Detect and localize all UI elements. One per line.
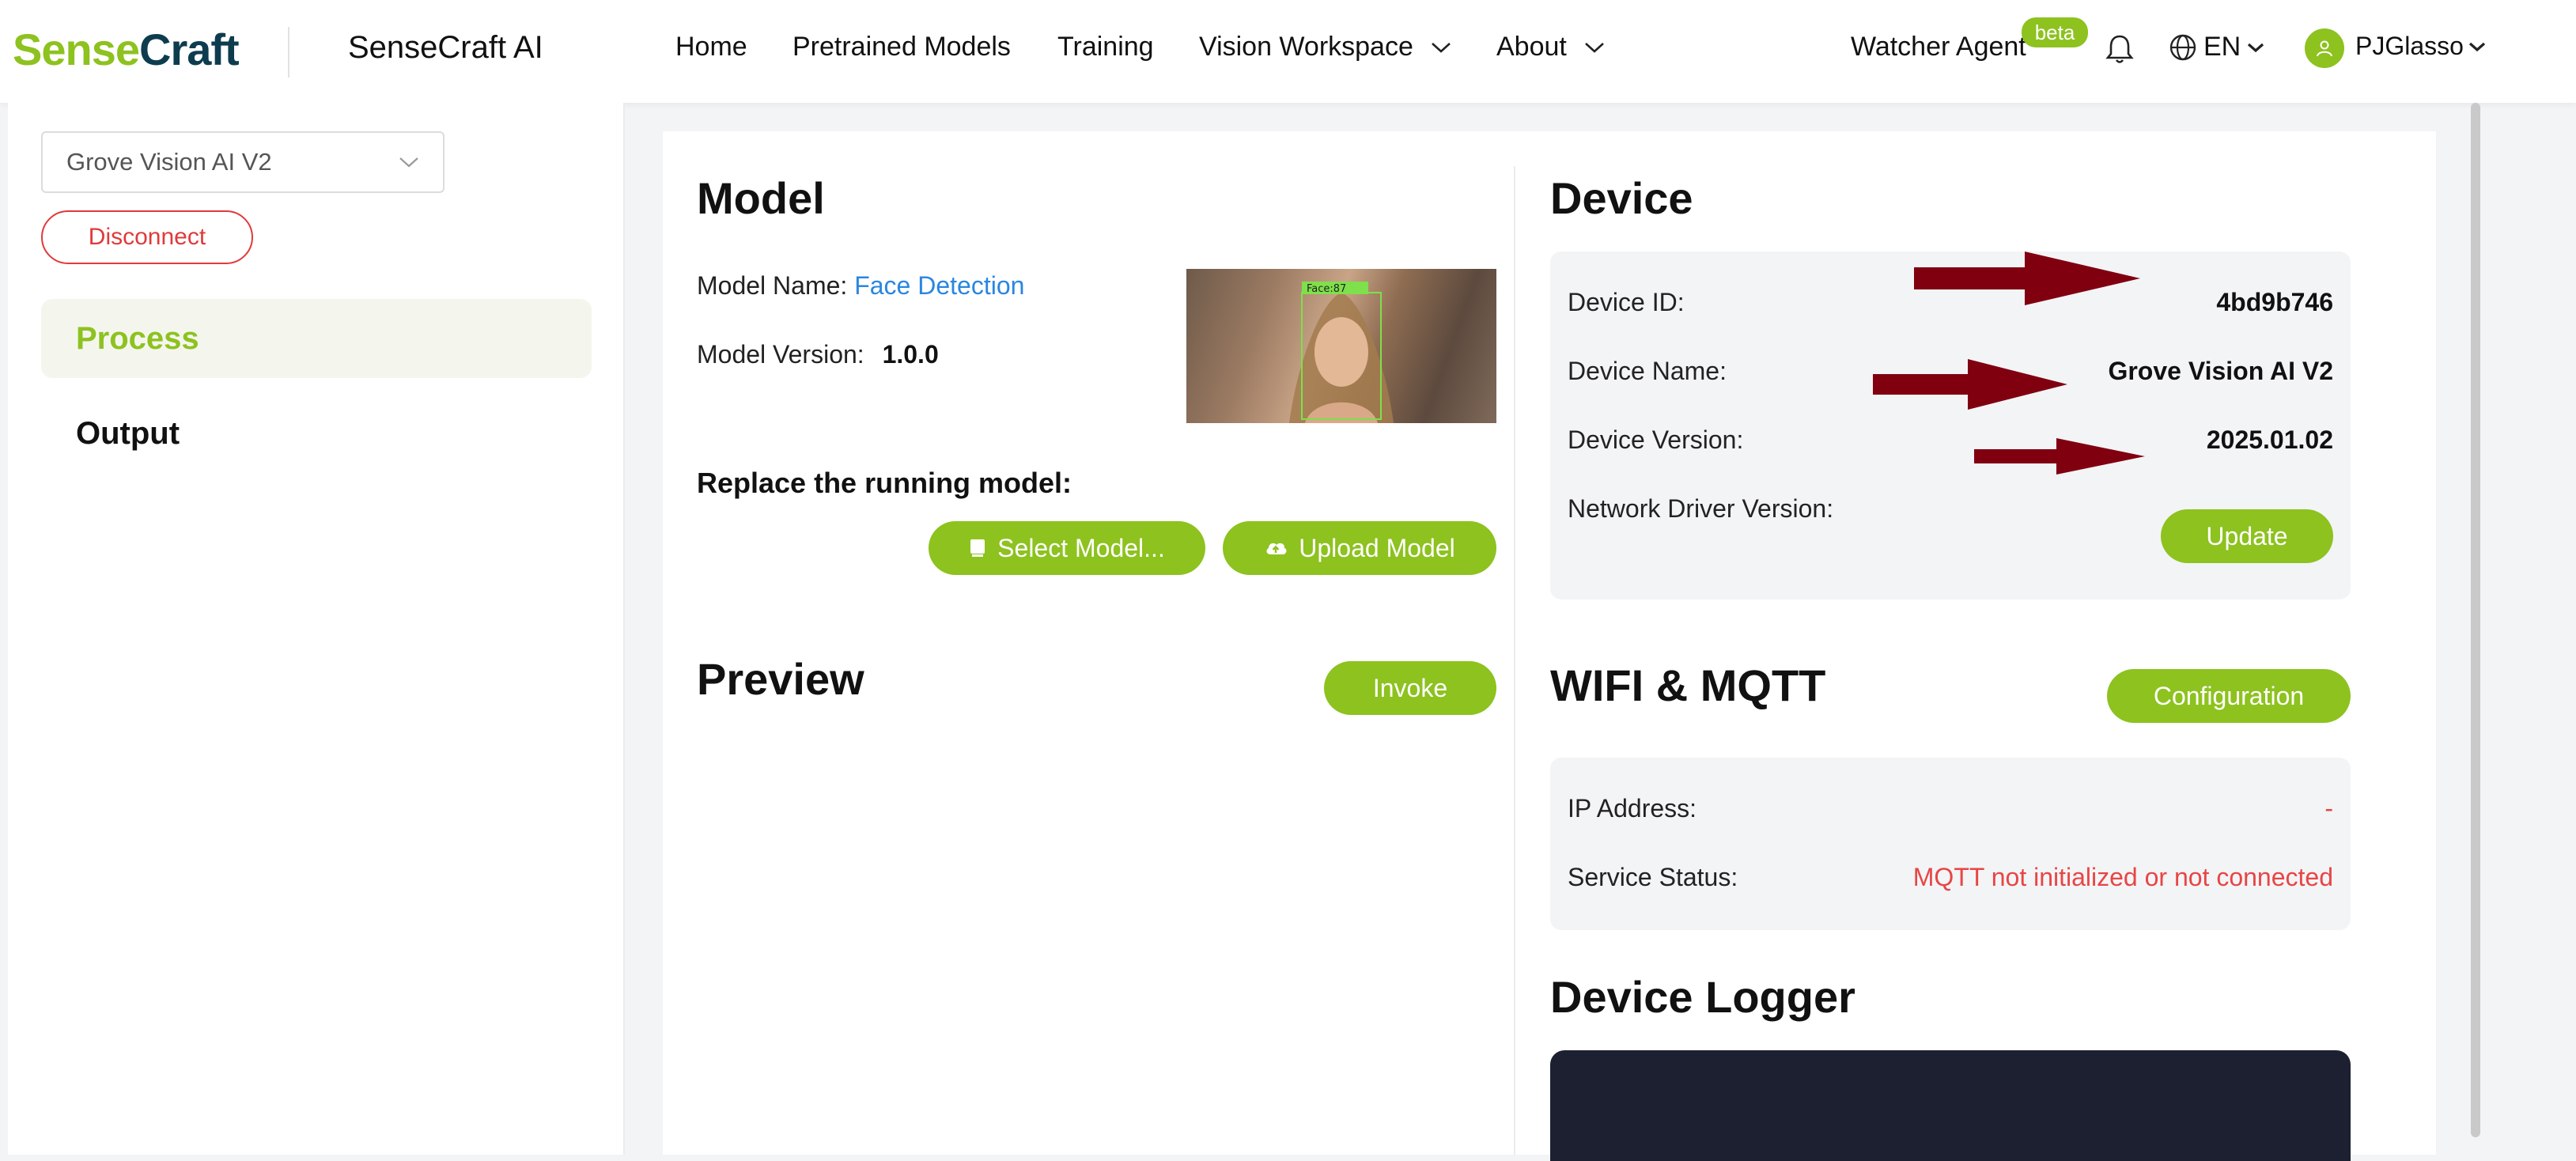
sensecraft-logo[interactable]: SenseCraft: [13, 24, 240, 75]
device-name-label: Device Name:: [1568, 357, 1727, 385]
model-name-row: Model Name: Face Detection: [697, 271, 1024, 301]
select-model-label: Select Model...: [997, 533, 1165, 562]
nav-training[interactable]: Training: [1057, 32, 1154, 62]
device-id-label: Device ID:: [1568, 288, 1685, 316]
book-icon: [970, 539, 985, 557]
invoke-button[interactable]: Invoke: [1324, 661, 1496, 715]
annotation-arrow-device-name: [1873, 359, 2067, 410]
face-photo-illustration: Face:87: [1289, 282, 1394, 423]
vertical-scrollbar[interactable]: [2471, 103, 2480, 1137]
upload-model-button[interactable]: Upload Model: [1223, 521, 1496, 575]
ip-address-value: -: [2324, 794, 2333, 823]
service-status-label: Service Status:: [1568, 863, 1738, 891]
device-logger-console[interactable]: [1550, 1050, 2351, 1161]
model-section-title: Model: [697, 173, 825, 223]
model-name-link[interactable]: Face Detection: [854, 271, 1024, 300]
device-version-label: Device Version:: [1568, 425, 1744, 454]
username-label: PJGlasso: [2355, 32, 2464, 60]
face-confidence-tag: Face:87: [1307, 283, 1346, 295]
disconnect-button[interactable]: Disconnect: [41, 210, 253, 264]
model-version-value: 1.0.0: [882, 340, 939, 369]
network-driver-version-label: Network Driver Version:: [1568, 494, 1834, 523]
beta-badge: beta: [2022, 17, 2088, 47]
logo-text-sense: Sense: [13, 25, 140, 74]
update-button[interactable]: Update: [2161, 509, 2333, 563]
nav-home[interactable]: Home: [675, 32, 747, 62]
model-version-label: Model Version:: [697, 340, 864, 369]
notification-bell-icon[interactable]: [2105, 33, 2134, 69]
language-selector[interactable]: EN: [2169, 32, 2264, 62]
upload-model-label: Upload Model: [1299, 533, 1455, 562]
nav-vision-workspace[interactable]: Vision Workspace: [1199, 32, 1451, 62]
wifi-mqtt-section-title: WIFI & MQTT: [1550, 660, 1826, 710]
chevron-down-icon: [1432, 42, 1451, 53]
device-logger-title: Device Logger: [1550, 972, 1855, 1022]
globe-icon: [2169, 34, 2196, 60]
model-version-row: Model Version: 1.0.0: [697, 340, 939, 369]
brand-title[interactable]: SenseCraft AI: [348, 30, 543, 66]
sidebar: Grove Vision AI V2 Disconnect Process Ou…: [8, 103, 625, 1155]
preview-section-title: Preview: [697, 654, 864, 704]
nav-pretrained-models[interactable]: Pretrained Models: [792, 32, 1011, 62]
logo-text-craft: Craft: [139, 25, 240, 74]
chevron-down-icon: [2468, 42, 2486, 51]
user-menu[interactable]: PJGlasso: [2355, 32, 2486, 61]
watcher-agent-link[interactable]: Watcher Agent: [1851, 32, 2026, 62]
nav-about[interactable]: About: [1496, 32, 1605, 62]
configuration-button[interactable]: Configuration: [2107, 669, 2351, 723]
language-label: EN: [2203, 32, 2241, 62]
device-name-value: Grove Vision AI V2: [2108, 357, 2333, 385]
nav-about-label: About: [1496, 32, 1567, 62]
annotation-arrow-device-version: [1974, 438, 2145, 475]
sidebar-item-output[interactable]: Output: [41, 394, 592, 473]
user-avatar[interactable]: [2305, 28, 2344, 68]
cloud-upload-icon: [1266, 543, 1287, 554]
user-icon: [2317, 40, 2332, 57]
device-section-title: Device: [1550, 173, 1693, 223]
device-select[interactable]: Grove Vision AI V2: [41, 131, 444, 193]
service-status-value: MQTT not initialized or not connected: [1912, 863, 2333, 891]
select-model-button[interactable]: Select Model...: [929, 521, 1205, 575]
header-divider: [288, 27, 289, 78]
top-header: SenseCraft SenseCraft AI Home Pretrained…: [0, 0, 2576, 103]
model-preview-image: Face:87: [1186, 269, 1496, 423]
device-id-value: 4bd9b746: [2216, 288, 2333, 316]
chevron-down-icon: [2248, 43, 2264, 52]
chevron-down-icon: [399, 157, 418, 168]
annotation-arrow-device-id: [1914, 251, 2140, 305]
column-divider: [1514, 166, 1515, 1155]
ip-address-label: IP Address:: [1568, 794, 1697, 823]
chevron-down-icon: [1584, 42, 1604, 53]
device-select-value: Grove Vision AI V2: [66, 148, 272, 176]
wifi-info-panel: IP Address: - Service Status: MQTT not i…: [1550, 758, 2351, 930]
nav-vision-workspace-label: Vision Workspace: [1199, 32, 1413, 62]
device-version-value: 2025.01.02: [2206, 425, 2333, 454]
sidebar-item-process[interactable]: Process: [41, 299, 592, 378]
model-name-label: Model Name:: [697, 271, 848, 300]
replace-model-label: Replace the running model:: [697, 467, 1072, 499]
